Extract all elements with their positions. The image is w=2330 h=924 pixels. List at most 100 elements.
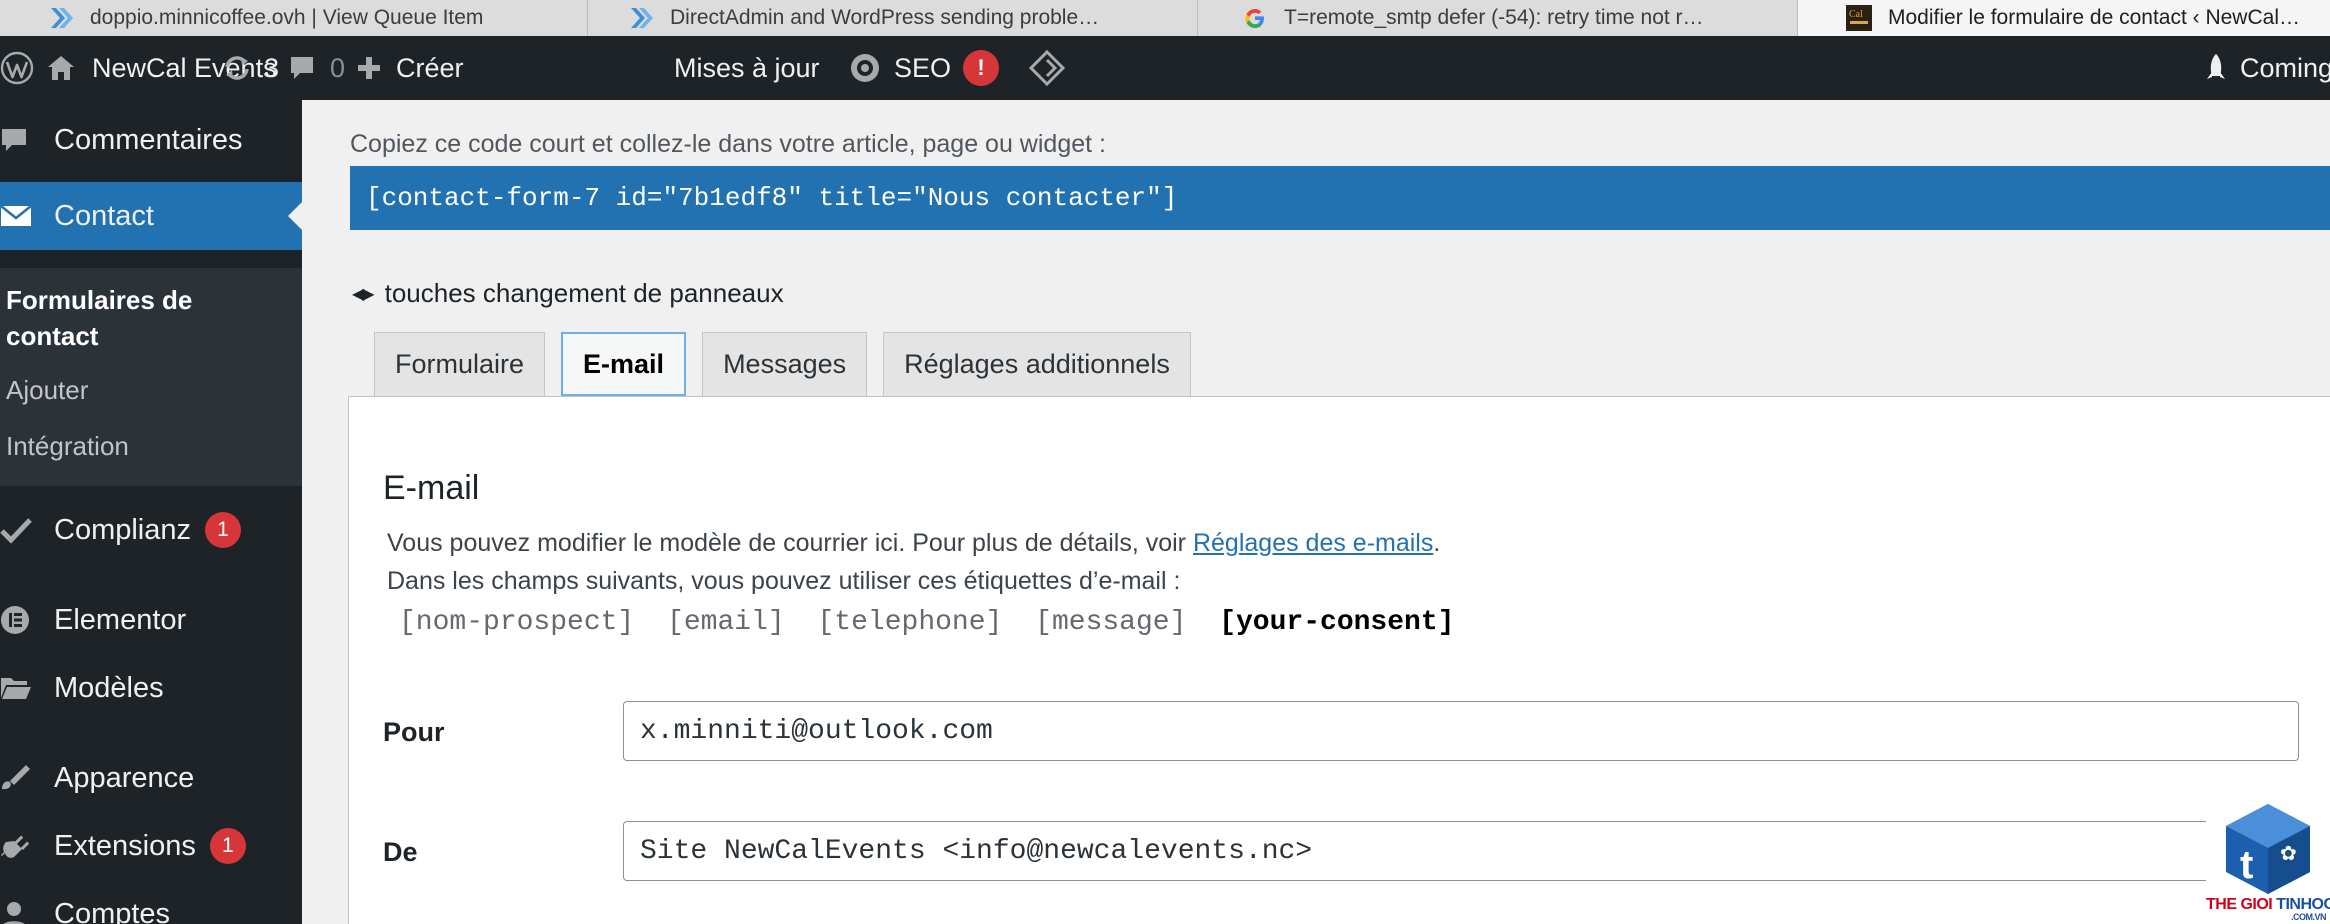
create-new-link[interactable]: Créer <box>356 36 464 100</box>
comments-link[interactable]: 0 <box>288 36 345 100</box>
rocket-icon <box>2204 52 2228 84</box>
comments-count: 0 <box>330 52 346 83</box>
directadmin-icon <box>46 3 76 33</box>
seo-gear-icon <box>848 51 882 85</box>
create-label: Créer <box>396 52 464 83</box>
from-field-label: De <box>383 837 418 867</box>
mail-tag[interactable]: [nom-prospect] <box>399 607 634 638</box>
shortcode-field[interactable]: [contact-form-7 id="7b1edf8" title="Nous… <box>350 166 2330 230</box>
email-settings-link[interactable]: Réglages des e-mails <box>1193 529 1433 557</box>
submenu-item-label: Formulaires de <box>6 285 193 315</box>
updates-link[interactable]: 3 <box>222 36 279 100</box>
seo-label: SEO <box>894 52 952 83</box>
sidebar-item-elementor[interactable]: Elementor <box>0 594 302 646</box>
mail-tag-required[interactable]: [your-consent] <box>1219 607 1454 638</box>
from-field[interactable]: Site NewCalEvents <info@newcalevents.nc> <box>623 821 2330 881</box>
checkmark-icon <box>0 516 54 544</box>
tab-email[interactable]: E-mail <box>561 332 687 396</box>
browser-tab-title: DirectAdmin and WordPress sending proble… <box>670 6 1100 29</box>
updates-menu-link[interactable]: Mises à jour <box>674 36 820 100</box>
shortcode-label: Copiez ce code court et collez-le dans v… <box>350 130 1106 158</box>
site-favicon-icon: Cal <box>1844 3 1874 33</box>
sidebar-item-label: Contact <box>54 199 154 232</box>
browser-tab-google[interactable]: T=remote_smtp defer (-54): retry time no… <box>1198 0 1798 36</box>
updates-label: Mises à jour <box>674 52 820 83</box>
panel-keys-toggle[interactable]: ◀▶ touches changement de panneaux <box>352 278 784 309</box>
tab-form[interactable]: Formulaire <box>374 332 546 396</box>
complianz-count-badge: 1 <box>205 512 241 548</box>
to-field-label: Pour <box>383 717 445 747</box>
svg-text:t: t <box>2240 843 2253 887</box>
plug-icon <box>0 831 54 861</box>
email-panel: E-mail Vous pouvez modifier le modèle de… <box>348 396 2330 924</box>
browser-tab-strip: doppio.minnicoffee.ovh | View Queue Item… <box>0 0 2330 36</box>
contact-submenu: Formulaires de contact Ajouter Intégrati… <box>0 268 302 486</box>
sidebar-item-label: Commentaires <box>54 123 243 156</box>
home-icon <box>46 54 76 82</box>
google-icon <box>1240 3 1270 33</box>
wordpress-logo-icon[interactable] <box>0 36 34 100</box>
browser-tab-title: T=remote_smtp defer (-54): retry time no… <box>1284 6 1704 29</box>
email-panel-title: E-mail <box>383 469 480 507</box>
sidebar-item-models[interactable]: Modèles <box>0 662 302 714</box>
seo-alert-badge: ! <box>963 50 1000 86</box>
sidebar-item-label: Modèles <box>54 671 164 704</box>
browser-tab-title: Modifier le formulaire de contact ‹ NewC… <box>1888 6 2300 29</box>
refresh-icon <box>222 53 252 83</box>
coming-soon-label: Coming <box>2240 52 2330 83</box>
watermark-text-blue: TINHOC <box>2276 896 2330 913</box>
sidebar-item-comments[interactable]: Commentaires <box>0 114 302 166</box>
submenu-item-integration[interactable]: Intégration <box>6 428 129 464</box>
mail-tag[interactable]: [email] <box>667 607 785 638</box>
tab-additional-settings[interactable]: Réglages additionnels <box>883 332 1191 396</box>
paintbrush-icon <box>0 763 54 793</box>
sidebar-item-label: Elementor <box>54 603 187 636</box>
submenu-item-add[interactable]: Ajouter <box>6 372 88 408</box>
sidebar-item-label: Extensions <box>54 829 196 862</box>
browser-tab-directadmin[interactable]: DirectAdmin and WordPress sending proble… <box>588 0 1198 36</box>
seo-menu-link[interactable]: SEO ! <box>848 36 1000 100</box>
browser-tab-title: doppio.minnicoffee.ovh | View Queue Item <box>90 6 484 29</box>
admin-sidebar: Commentaires Contact Formulaires de cont… <box>0 100 302 924</box>
panel-keys-label: touches changement de panneaux <box>384 278 784 308</box>
elementor-icon <box>0 605 54 635</box>
mail-tags-intro: Dans les champs suivants, vous pouvez ut… <box>387 567 1181 595</box>
left-right-arrows-icon: ◀▶ <box>352 285 375 303</box>
to-field[interactable]: x.minniti@outlook.com <box>623 701 2299 761</box>
sidebar-item-contact[interactable]: Contact <box>0 182 302 250</box>
sidebar-item-accounts[interactable]: Comptes <box>0 888 302 924</box>
browser-tab-contact-form[interactable]: Cal Modifier le formulaire de contact ‹ … <box>1798 0 2330 36</box>
tab-messages[interactable]: Messages <box>702 332 868 396</box>
intro-end: . <box>1433 529 1441 557</box>
sidebar-item-label: Apparence <box>54 761 195 794</box>
intro-text: Vous pouvez modifier le modèle de courri… <box>387 529 1193 557</box>
sidebar-item-appearance[interactable]: Apparence <box>0 752 302 804</box>
diamond-plugin-icon[interactable] <box>1028 36 1066 100</box>
form-editor-tabs: Formulaire E-mail Messages Réglages addi… <box>374 332 1207 398</box>
sidebar-item-complianz[interactable]: Complianz 1 <box>0 504 302 556</box>
sidebar-item-extensions[interactable]: Extensions 1 <box>0 820 302 872</box>
extensions-count-badge: 1 <box>209 828 246 864</box>
email-intro-text: Vous pouvez modifier le modèle de courri… <box>387 529 1440 558</box>
watermark-cube-icon: t ✿ <box>2226 804 2310 894</box>
mail-tags-list: [nom-prospect] [email] [telephone] [mess… <box>399 607 1470 638</box>
svg-text:Cal: Cal <box>1849 9 1863 20</box>
main-content: Copiez ce code court et collez-le dans v… <box>302 100 2330 924</box>
submenu-item-forms[interactable]: Formulaires de contact <box>6 282 192 354</box>
submenu-item-label: contact <box>6 321 99 351</box>
coming-soon-link[interactable]: Coming <box>2204 36 2330 100</box>
thegioitinhoc-watermark: t ✿ THE GIOI TINHOC .COM.VN <box>2206 800 2330 924</box>
svg-text:✿: ✿ <box>2280 843 2297 865</box>
folder-icon <box>0 675 54 701</box>
mail-tag[interactable]: [message] <box>1035 607 1186 638</box>
current-menu-arrow <box>288 202 302 230</box>
mail-tag[interactable]: [telephone] <box>818 607 1003 638</box>
envelope-icon <box>0 204 54 228</box>
user-icon <box>0 900 54 924</box>
browser-tab-queue-item[interactable]: doppio.minnicoffee.ovh | View Queue Item <box>0 0 588 36</box>
plus-icon <box>356 55 382 81</box>
sidebar-item-label: Comptes <box>54 897 171 924</box>
comment-icon <box>288 54 316 82</box>
comment-icon <box>0 126 54 154</box>
watermark-text-red: THE GIOI <box>2206 896 2277 913</box>
